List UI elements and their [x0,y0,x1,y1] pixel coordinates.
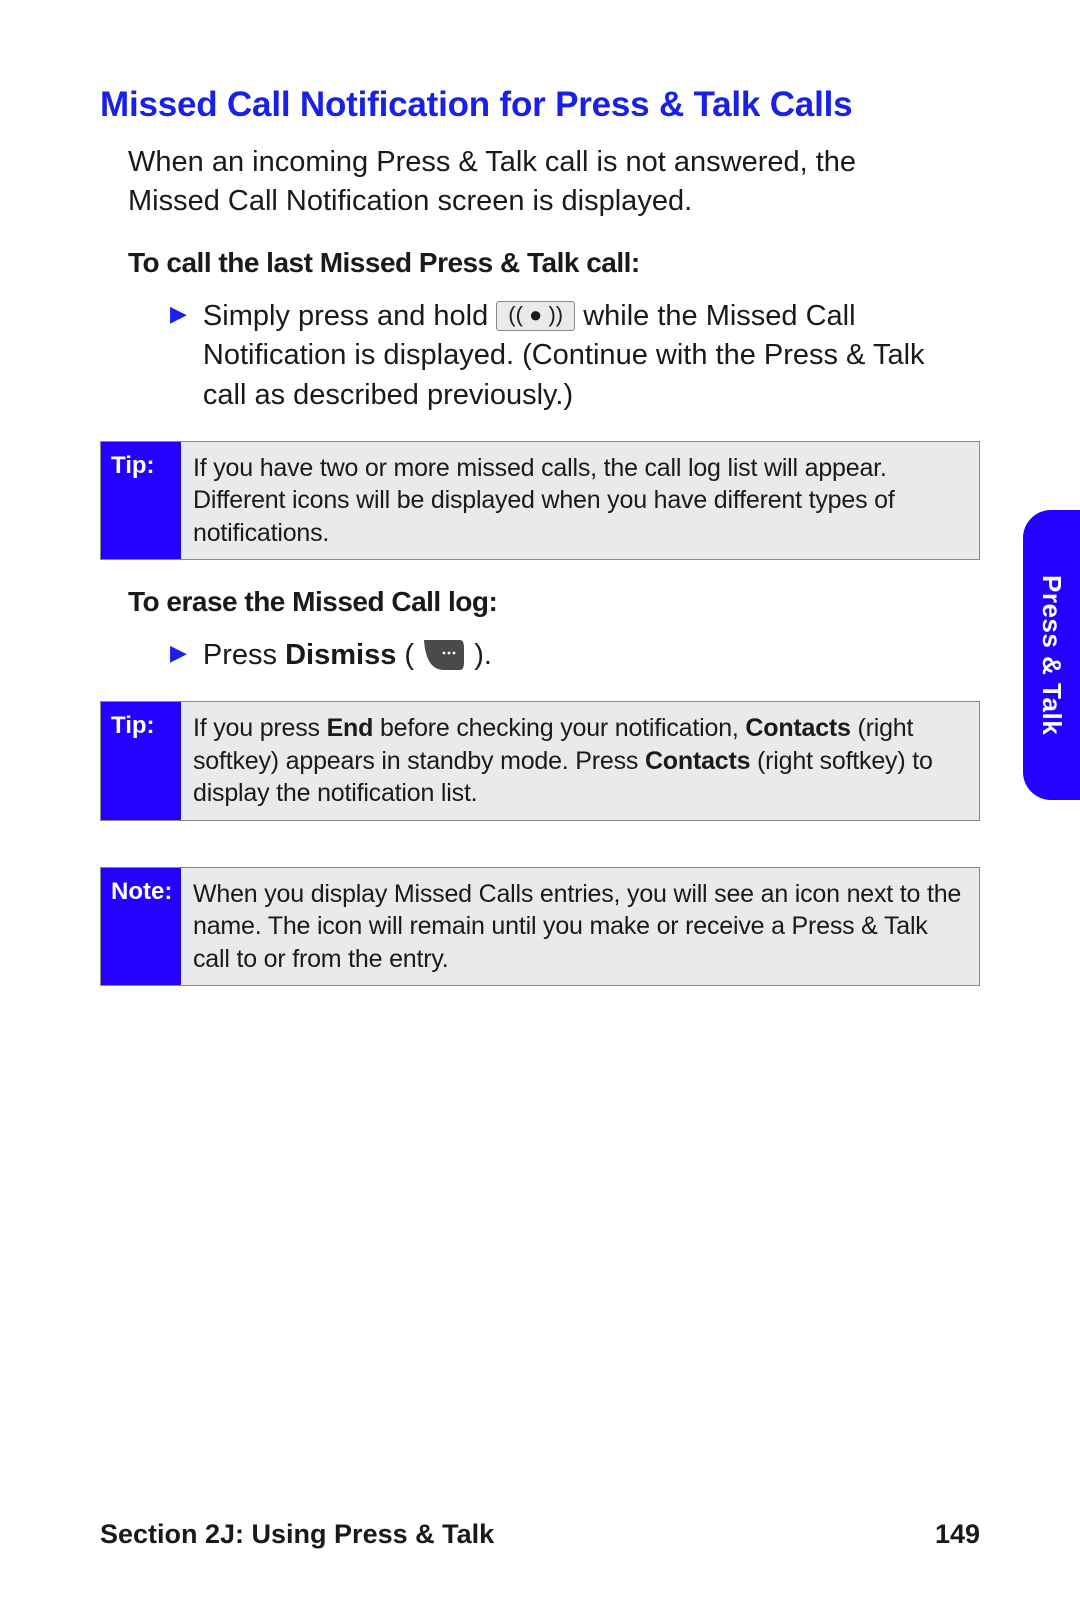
bullet-item: ▶ Simply press and hold (( ● )) while th… [170,297,930,414]
note-box: Note: When you display Missed Calls entr… [100,867,980,987]
subheading-call-last: To call the last Missed Press & Talk cal… [128,247,980,279]
page-title: Missed Call Notification for Press & Tal… [100,85,980,125]
bullet-triangle-icon: ▶ [170,297,187,414]
page-footer: Section 2J: Using Press & Talk 149 [100,1519,980,1550]
thumb-tab-label: Press & Talk [1036,575,1067,735]
tip-box: Tip: If you press End before checking yo… [100,701,980,821]
bullet-item: ▶ Press Dismiss ( ). [170,636,930,675]
note-label: Note: [101,868,181,986]
thumb-tab: Press & Talk [1023,510,1080,800]
tip-body: If you press End before checking your no… [181,702,979,820]
bullet-text: Simply press and hold (( ● )) while the … [203,297,930,414]
manual-page: Missed Call Notification for Press & Tal… [0,0,1080,1620]
intro-paragraph: When an incoming Press & Talk call is no… [128,143,918,221]
footer-page-number: 149 [935,1519,980,1550]
ptt-button-icon: (( ● )) [496,301,575,331]
subheading-erase-log: To erase the Missed Call log: [128,586,980,618]
tip-label: Tip: [101,442,181,560]
footer-section: Section 2J: Using Press & Talk [100,1519,494,1550]
tip-box: Tip: If you have two or more missed call… [100,441,980,561]
tip-label: Tip: [101,702,181,820]
note-body: When you display Missed Calls entries, y… [181,868,979,986]
bullet-text: Press Dismiss ( ). [203,636,492,675]
tip-body: If you have two or more missed calls, th… [181,442,979,560]
right-softkey-icon [422,638,466,672]
bullet-triangle-icon: ▶ [170,636,187,675]
